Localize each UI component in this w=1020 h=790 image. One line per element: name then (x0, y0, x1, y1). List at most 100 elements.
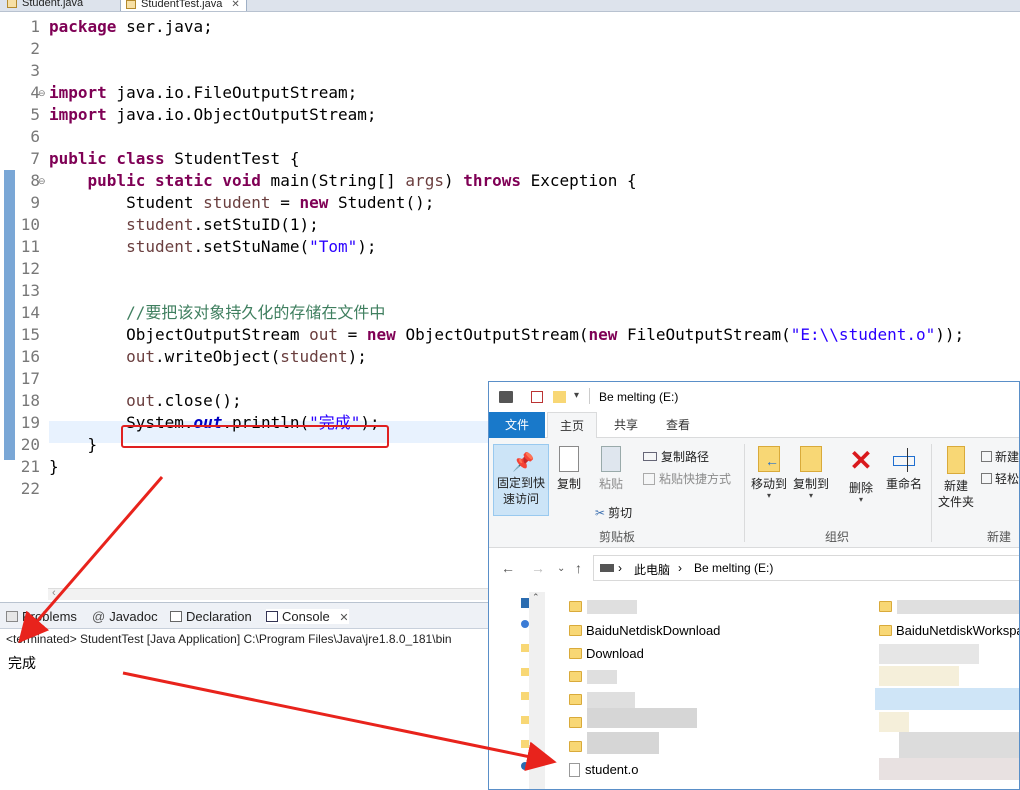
breadcrumb-drive[interactable]: Be melting (E:) (694, 561, 773, 575)
list-item[interactable]: Download (569, 643, 644, 665)
code-line[interactable]: //要把该对象持久化的存储在文件中 (49, 302, 385, 324)
tab-home[interactable]: 主页 (547, 412, 597, 438)
breadcrumb-pc[interactable]: 此电脑 (634, 561, 670, 578)
navigation-pane[interactable]: ⌃ (489, 592, 545, 789)
console-output: 完成 (8, 655, 36, 671)
code-token: ObjectOutputStream (49, 325, 310, 344)
ribbon-tabs: 文件 主页 共享 查看 (489, 412, 1019, 438)
code-line[interactable]: } (49, 434, 98, 456)
delete-button[interactable]: ✕ 删除 ▾ (845, 446, 877, 504)
copy-path-button[interactable]: 复制路径 (643, 448, 709, 465)
list-item[interactable] (879, 596, 896, 618)
code-line[interactable]: out.close(); (49, 390, 242, 412)
up-arrow-icon[interactable]: ↑ (575, 560, 582, 576)
divider (589, 388, 590, 404)
line-number: 5 (30, 105, 40, 124)
code-line[interactable]: import java.io.FileOutputStream; (49, 82, 357, 104)
fold-toggle-icon[interactable]: ⊖ (38, 82, 46, 104)
blurred-name (587, 600, 637, 614)
new-folder-icon[interactable] (553, 391, 566, 403)
copy-button[interactable]: 复制 (553, 446, 585, 492)
folder-icon (521, 668, 529, 676)
code-line[interactable]: ObjectOutputStream out = new ObjectOutpu… (49, 324, 964, 346)
folder-icon (569, 717, 582, 728)
close-icon[interactable]: ✕ (231, 0, 239, 10)
properties-icon[interactable] (531, 391, 543, 403)
tab-declaration[interactable]: Declaration (170, 609, 252, 624)
code-token: StudentTest { (164, 149, 300, 168)
code-token: = (270, 193, 300, 212)
tab-share[interactable]: 共享 (601, 412, 651, 438)
code-line[interactable]: } (49, 456, 59, 478)
paste-shortcut-button[interactable]: 粘贴快捷方式 (643, 470, 731, 487)
fold-toggle-icon[interactable]: ⊖ (38, 170, 46, 192)
code-token: "E:\\student.o" (790, 325, 936, 344)
paste-button[interactable]: 粘贴 (593, 446, 629, 492)
rename-button[interactable]: 重命名 (883, 446, 925, 492)
code-line[interactable]: Student student = new Student(); (49, 192, 434, 214)
problems-icon (6, 611, 18, 622)
breadcrumb-sep: › (678, 561, 682, 575)
horizontal-scrollbar[interactable]: ‹ (48, 587, 508, 600)
java-file-icon (126, 0, 136, 9)
easy-access-icon (981, 473, 992, 484)
code-token: new (588, 325, 618, 344)
line-number: 6 (30, 127, 40, 146)
chevron-down-icon[interactable]: ▾ (574, 390, 579, 401)
tab-view[interactable]: 查看 (653, 412, 703, 438)
folder-icon (569, 671, 582, 682)
list-item[interactable]: BaiduNetdiskWorkspa (879, 620, 1019, 642)
tab-problems[interactable]: Problems (6, 609, 77, 624)
new-folder-icon (947, 446, 965, 474)
new-item-button[interactable]: 新建 (981, 448, 1019, 465)
list-item[interactable]: student.o (569, 759, 639, 781)
code-line[interactable]: import java.io.ObjectOutputStream; (49, 104, 377, 126)
list-item[interactable] (569, 689, 586, 711)
address-bar: ← → ⌄ ↑ › 此电脑 › Be melting (E:) (489, 552, 1019, 586)
code-line[interactable]: public static void main(String[] args) t… (49, 170, 637, 192)
pin-quick-access-button[interactable]: 📌 固定到快 速访问 (493, 444, 549, 516)
code-line[interactable]: student.setStuName("Tom"); (49, 236, 376, 258)
forward-arrow-icon[interactable]: → (531, 560, 545, 576)
blurred-name (879, 712, 909, 732)
chevron-up-icon[interactable]: ⌃ (532, 592, 540, 603)
list-item[interactable] (569, 596, 586, 618)
pin-icon: 📌 (512, 452, 535, 472)
new-item-icon (981, 451, 992, 462)
code-line[interactable]: student.setStuID(1); (49, 214, 319, 236)
code-line[interactable]: package ser.java; (49, 16, 213, 38)
new-folder-button[interactable]: 新建 文件夹 (935, 446, 977, 510)
tab-studenttest-java[interactable]: StudentTest.java ✕ (120, 0, 247, 11)
chevron-down-icon[interactable]: ⌄ (557, 563, 565, 574)
code-line[interactable]: public class StudentTest { (49, 148, 299, 170)
button-label: 轻松 (995, 472, 1020, 486)
line-number: 1 (30, 17, 40, 36)
tab-javadoc[interactable]: @ Javadoc (92, 609, 158, 624)
list-item[interactable] (569, 666, 586, 688)
vertical-scrollbar[interactable]: ⌃ (529, 592, 545, 789)
code-token: ) (443, 171, 464, 190)
cut-button[interactable]: ✂ 剪切 (595, 504, 632, 521)
code-line[interactable]: out.writeObject(student); (49, 346, 367, 368)
scroll-left-icon[interactable]: ‹ (52, 587, 56, 599)
address-input[interactable]: › 此电脑 › Be melting (E:) (593, 555, 1019, 581)
group-label: 剪贴板 (599, 530, 636, 544)
tab-student-java[interactable]: Student.java (2, 0, 89, 11)
code-token: student (280, 347, 348, 366)
easy-access-button[interactable]: 轻松 (981, 470, 1019, 487)
list-item[interactable] (569, 712, 586, 734)
list-item[interactable]: BaiduNetdiskDownload (569, 620, 720, 642)
list-item[interactable] (569, 736, 586, 758)
back-arrow-icon[interactable]: ← (501, 560, 515, 576)
code-token: throws (463, 171, 522, 190)
tab-file[interactable]: 文件 (489, 412, 545, 438)
code-token: import (49, 105, 107, 124)
close-icon[interactable]: ✕ (339, 612, 348, 624)
view-tab-bar: Problems @ Javadoc Declaration Console ✕ (0, 603, 500, 629)
copy-to-button[interactable]: 复制到 ▾ (791, 446, 831, 500)
folder-icon (521, 644, 529, 652)
tab-console[interactable]: Console ✕ (266, 609, 349, 624)
folder-icon (521, 740, 529, 748)
move-to-button[interactable]: ← 移动到 ▾ (749, 446, 789, 500)
selected-row[interactable] (875, 688, 1019, 710)
